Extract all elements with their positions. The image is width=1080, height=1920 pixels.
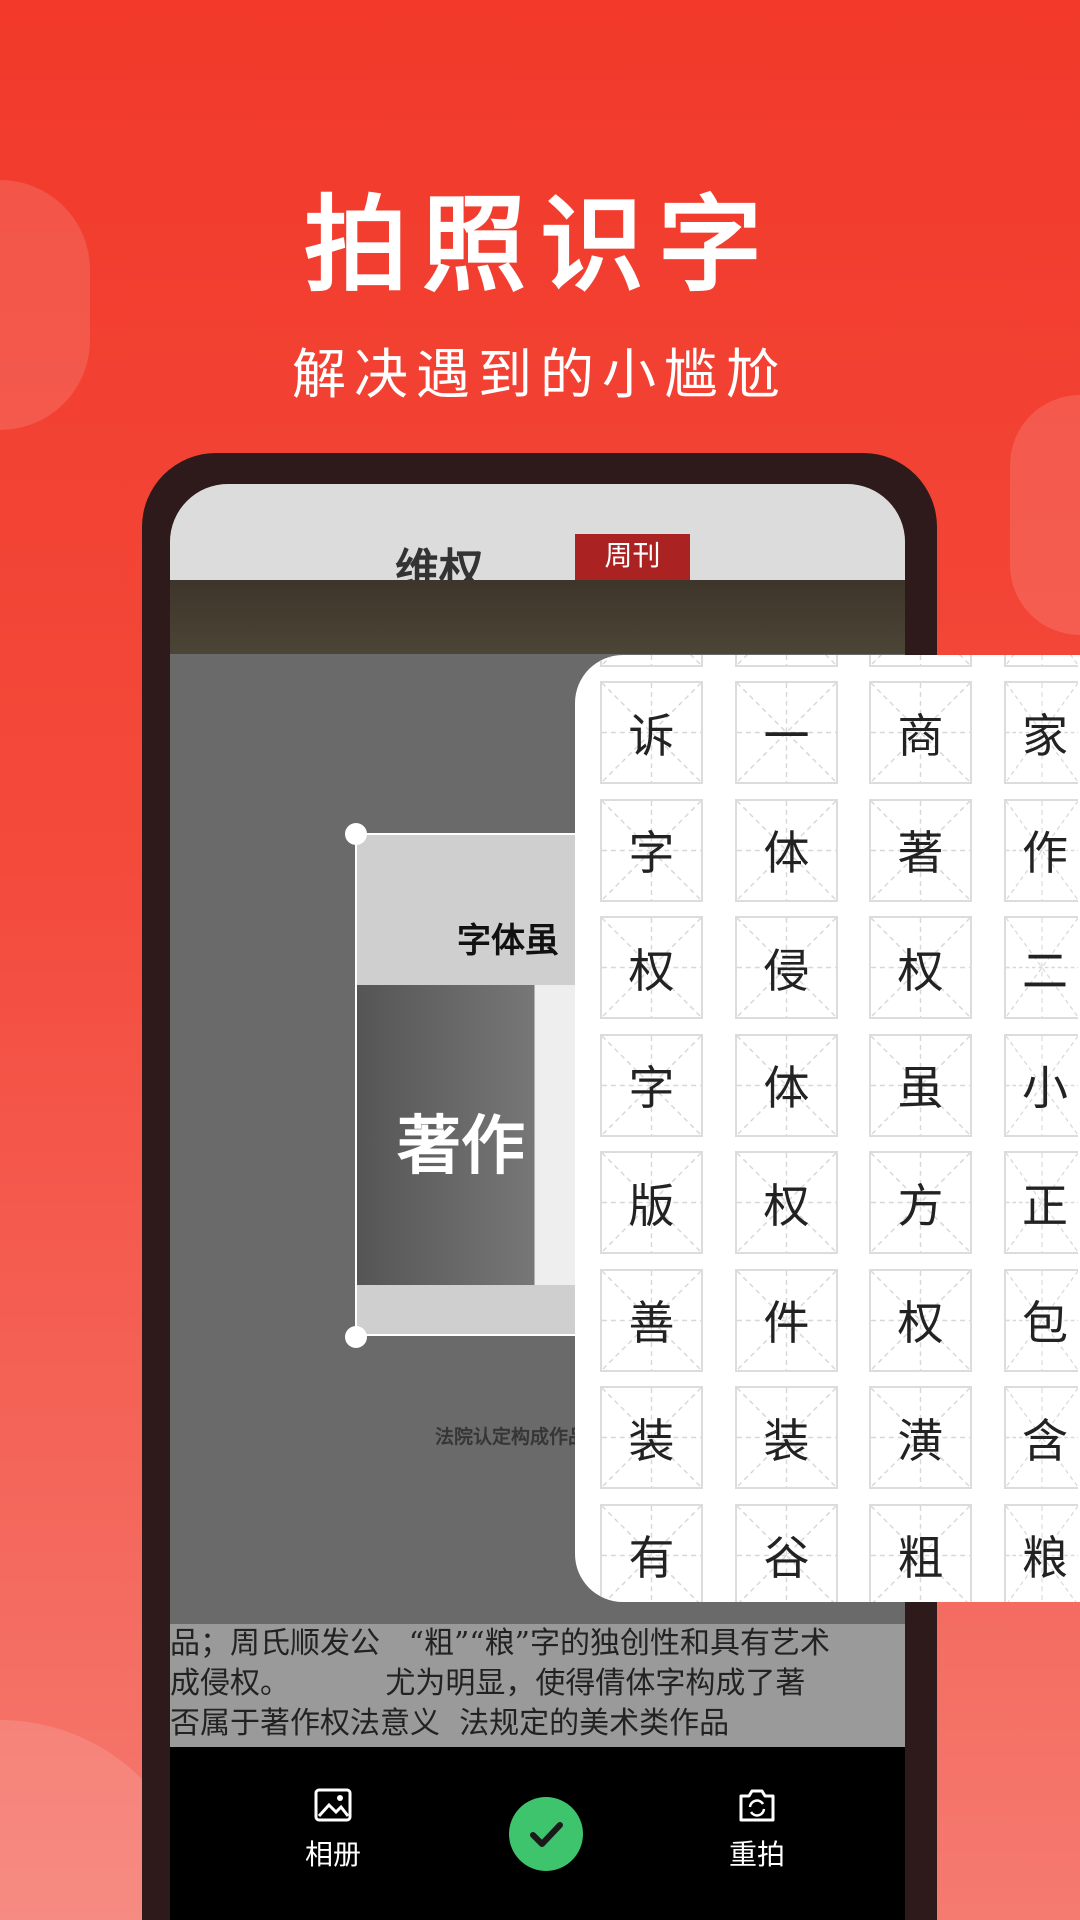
char-cell[interactable]: 装 <box>600 1386 703 1489</box>
char-cell[interactable]: 正 <box>1004 1151 1078 1254</box>
char-text: 粮 <box>1022 1531 1068 1585</box>
decor-circle <box>1010 395 1080 635</box>
photo-newspaper-top: 维权 周刊 <box>170 484 905 596</box>
camera-rotate-icon <box>739 1789 775 1822</box>
char-cell[interactable]: 作 <box>1004 798 1078 902</box>
char-cell[interactable]: 权 <box>735 1151 838 1254</box>
char-text: 体 <box>763 826 810 880</box>
photo-masthead-badge: 周刊 <box>575 534 690 580</box>
char-text: 含 <box>1022 1413 1068 1468</box>
char-text: 方 <box>897 1178 944 1233</box>
char-cell[interactable]: 字 <box>600 798 703 902</box>
char-text: 著 <box>897 826 944 880</box>
char-cell[interactable]: 家 <box>1004 681 1078 784</box>
char-cell[interactable]: 权 <box>869 916 972 1019</box>
char-cell[interactable]: 件 <box>735 1268 838 1372</box>
char-cell <box>1004 655 1078 667</box>
crop-handle-bottom-left[interactable] <box>345 1326 367 1348</box>
char-text: 一 <box>763 708 810 763</box>
char-text: 善 <box>628 1296 675 1350</box>
char-text: 谷 <box>763 1531 810 1585</box>
char-cell[interactable]: 小 <box>1004 1033 1078 1137</box>
char-cell[interactable]: 著 <box>869 798 972 902</box>
char-cell[interactable]: 诉 <box>600 681 703 784</box>
char-text: 正 <box>1022 1178 1068 1233</box>
char-text: 装 <box>763 1413 810 1468</box>
char-cell[interactable]: 权 <box>869 1268 972 1372</box>
char-cell[interactable]: 包 <box>1004 1268 1078 1372</box>
char-cell[interactable]: 一 <box>735 681 838 784</box>
char-cell[interactable]: 粮 <box>1004 1503 1078 1602</box>
char-cell <box>869 655 972 667</box>
char-text: 包 <box>1022 1296 1068 1350</box>
char-cell[interactable]: 粗 <box>869 1503 972 1602</box>
char-cell[interactable]: 侵 <box>735 916 838 1019</box>
char-cell[interactable]: 版 <box>600 1151 703 1254</box>
char-cell[interactable]: 体 <box>735 1033 838 1137</box>
char-cell[interactable]: 体 <box>735 798 838 902</box>
char-text: 家 <box>1022 708 1068 763</box>
char-text: 作 <box>1022 826 1068 880</box>
photo-line: 成侵权。 尤为明显，使得倩体字构成了著 <box>170 1666 806 1701</box>
char-cell <box>735 655 838 667</box>
check-icon <box>530 1822 563 1847</box>
photo-big-text: 著作 <box>397 1109 525 1184</box>
char-cell[interactable]: 方 <box>869 1151 972 1254</box>
photo-bottom-text: 品；周氏顺发公 “粗”“粮”字的独创性和具有艺术 成侵权。 尤为明显，使得倩体字… <box>170 1624 905 1749</box>
char-text: 权 <box>628 943 675 998</box>
char-cell <box>600 655 703 667</box>
char-cell[interactable]: 含 <box>1004 1386 1078 1489</box>
album-button[interactable]: 相册 <box>273 1787 393 1873</box>
recognition-result-card: 诉一商家字体著作权侵权二字体虽小版权方正善件权包装装潢含有谷粗粮 <box>575 655 1080 1602</box>
char-cell[interactable]: 装 <box>735 1386 838 1489</box>
char-text: 体 <box>763 1061 810 1115</box>
camera-toolbar: 相册 重拍 <box>170 1747 905 1920</box>
char-text: 字 <box>628 1061 675 1115</box>
photo-line: 品；周氏顺发公 “粗”“粮”字的独创性和具有艺术 <box>170 1626 830 1661</box>
char-text: 权 <box>897 1296 944 1350</box>
confirm-button[interactable] <box>509 1797 583 1871</box>
crop-handle-top-left[interactable] <box>345 823 367 845</box>
char-text: 件 <box>763 1296 810 1350</box>
char-cell[interactable]: 商 <box>869 681 972 784</box>
char-text: 商 <box>897 708 944 763</box>
page-subtitle: 解决遇到的小尴尬 <box>292 343 788 406</box>
char-text: 潢 <box>897 1413 944 1468</box>
char-cell[interactable]: 有 <box>600 1503 703 1602</box>
photo-headline: 字体虽 <box>457 921 559 961</box>
char-text: 装 <box>628 1413 675 1468</box>
char-text: 侵 <box>763 943 810 998</box>
char-text: 权 <box>897 943 944 998</box>
char-cell[interactable]: 字 <box>600 1033 703 1137</box>
page-title: 拍照识字 <box>303 184 776 306</box>
photo-line: 否属于著作权法意义 法规定的美术类作品 <box>170 1706 730 1741</box>
char-cell[interactable]: 谷 <box>735 1503 838 1602</box>
retake-button[interactable]: 重拍 <box>697 1787 817 1873</box>
char-cell[interactable]: 虽 <box>869 1033 972 1137</box>
photo-section-title: 法院认定构成作品 <box>435 1426 588 1448</box>
char-text: 版 <box>628 1178 675 1233</box>
char-text: 二 <box>1022 943 1068 998</box>
char-text: 诉 <box>628 708 675 763</box>
char-text: 字 <box>628 826 675 880</box>
album-label: 相册 <box>304 1838 361 1871</box>
char-text: 有 <box>628 1531 675 1585</box>
char-text: 权 <box>763 1178 810 1233</box>
retake-label: 重拍 <box>728 1838 785 1871</box>
char-text: 粗 <box>897 1531 944 1585</box>
char-cell[interactable]: 潢 <box>869 1386 972 1489</box>
char-cell[interactable]: 善 <box>600 1268 703 1372</box>
char-cell[interactable]: 权 <box>600 916 703 1019</box>
char-cell[interactable]: 二 <box>1004 916 1078 1019</box>
char-text: 虽 <box>897 1061 944 1115</box>
char-text: 小 <box>1022 1061 1068 1115</box>
image-icon <box>314 1788 352 1822</box>
